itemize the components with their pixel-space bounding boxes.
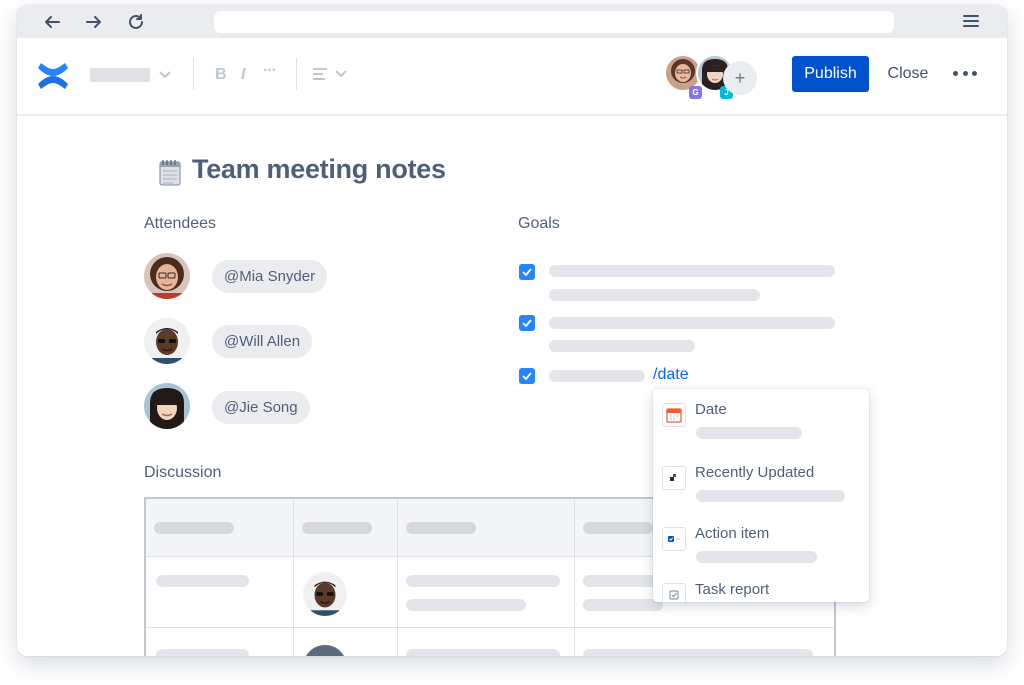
attendees-heading: Attendees [144, 215, 217, 232]
menu-item-label: Action item [695, 525, 770, 542]
bold-icon[interactable]: B [215, 66, 227, 84]
menu-item-label: Recently Updated [695, 464, 815, 481]
italic-icon[interactable]: I [241, 66, 245, 84]
header-placeholder [406, 522, 476, 534]
menu-item-task-report[interactable]: Task report [653, 569, 869, 602]
header-placeholder [154, 522, 234, 534]
menu-item-description [696, 427, 802, 439]
table-row-avatar [303, 645, 347, 656]
stage: B I ··· G J + Publish Close Team meeting… [0, 0, 1024, 685]
menu-item-action-item[interactable]: Action item [653, 513, 869, 573]
goal-text-placeholder [549, 289, 760, 301]
goals-heading: Goals [518, 215, 560, 232]
attendee-mention[interactable]: @Will Allen [212, 325, 313, 358]
goal-text-placeholder [549, 265, 835, 277]
cell-placeholder [156, 575, 249, 587]
cell-placeholder [583, 575, 663, 587]
browser-window: B I ··· G J + Publish Close Team meeting… [17, 5, 1007, 656]
menu-item-description [696, 490, 845, 502]
confluence-logo-icon [38, 63, 68, 89]
address-bar[interactable] [214, 11, 894, 33]
goal-text-placeholder [549, 370, 645, 382]
cell-placeholder [406, 575, 560, 587]
table-row-avatar [303, 572, 347, 616]
slash-command-menu: Date Recently Updated Action item Task r… [653, 389, 869, 602]
action-item-icon [662, 527, 686, 551]
attendee-avatar [144, 383, 190, 429]
cell-placeholder [406, 599, 526, 611]
menu-item-date[interactable]: Date [653, 389, 869, 449]
cell-placeholder [156, 649, 249, 656]
recently-updated-icon [662, 466, 686, 490]
cell-placeholder [583, 599, 663, 611]
notepad-emoji-icon [159, 160, 181, 186]
chevron-down-icon [335, 70, 347, 78]
header-placeholder [583, 522, 653, 534]
text-style-dropdown[interactable] [90, 68, 172, 82]
checkmark-icon [522, 268, 532, 276]
goal-checkbox[interactable] [519, 264, 535, 280]
attendee-avatar [144, 253, 190, 299]
goal-text-placeholder [549, 340, 695, 352]
add-collaborator-button[interactable]: + [723, 61, 757, 95]
menu-item-label: Date [695, 401, 727, 418]
page-title[interactable]: Team meeting notes [192, 154, 446, 185]
attendee-mention[interactable]: @Jie Song [212, 391, 310, 424]
goal-text-placeholder [549, 317, 835, 329]
goal-checkbox[interactable] [519, 368, 535, 384]
hamburger-menu-icon[interactable] [961, 12, 981, 30]
checkmark-icon [522, 372, 532, 380]
discussion-heading: Discussion [144, 464, 222, 481]
checkmark-icon [522, 319, 532, 327]
more-options-icon[interactable] [953, 67, 977, 79]
cell-placeholder [583, 649, 813, 656]
menu-item-label: Task report [695, 581, 770, 598]
calendar-icon [662, 403, 686, 427]
menu-item-description [696, 551, 817, 563]
close-button[interactable]: Close [883, 56, 933, 92]
forward-arrow-icon[interactable] [83, 11, 105, 33]
reload-icon[interactable] [125, 11, 147, 33]
slash-command-text[interactable]: /date [653, 366, 689, 384]
chevron-down-icon [159, 71, 171, 79]
align-left-icon [313, 68, 327, 80]
back-arrow-icon[interactable] [41, 11, 63, 33]
publish-button[interactable]: Publish [792, 56, 869, 92]
alignment-dropdown[interactable] [312, 67, 348, 81]
attendee-avatar [144, 318, 190, 364]
more-formatting-icon[interactable]: ··· [263, 62, 277, 80]
browser-chrome [17, 5, 1007, 38]
task-report-icon [662, 583, 686, 602]
menu-item-recently-updated[interactable]: Recently Updated [653, 452, 869, 512]
goal-checkbox[interactable] [519, 315, 535, 331]
attendee-mention[interactable]: @Mia Snyder [212, 260, 328, 293]
header-placeholder [302, 522, 372, 534]
collaborator-badge: G [689, 86, 702, 99]
cell-placeholder [406, 649, 560, 656]
